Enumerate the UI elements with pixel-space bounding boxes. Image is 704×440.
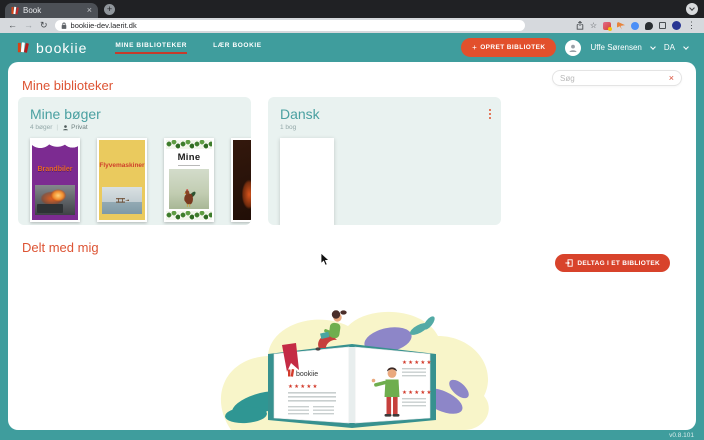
join-library-button[interactable]: DELTAG I ET BIBLIOTEK: [555, 254, 670, 272]
chevron-down-icon[interactable]: [683, 44, 689, 50]
extension-bird-icon[interactable]: [631, 22, 639, 30]
illustration-logo-text: bookiie: [296, 371, 318, 378]
main-nav: MINE BIBLIOTEKER LÆR BOOKIE: [115, 42, 261, 54]
nav-mine-biblioteker[interactable]: MINE BIBLIOTEKER: [115, 42, 187, 54]
book-count: 1 bog: [280, 124, 296, 131]
stars-icon: ★★★★★: [288, 383, 319, 390]
chevron-down-icon: [689, 5, 695, 11]
stars-icon: ★★★★★: [402, 359, 433, 366]
create-library-label: OPRET BIBLIOTEK: [480, 44, 545, 51]
card-title: Dansk: [280, 106, 489, 122]
favicon-book-icon: [11, 6, 19, 15]
search-clear-icon[interactable]: ×: [669, 74, 674, 83]
book-title: Flyvemaskiner: [99, 162, 145, 169]
extension-pointer-icon[interactable]: [617, 22, 625, 30]
reading-illustration: bookiie ★★★★★ ★★★★★ ★★★★★: [206, 296, 498, 430]
extensions-puzzle-icon[interactable]: [645, 22, 653, 30]
leaf-border: [166, 211, 212, 220]
logo-text: bookiie: [36, 40, 87, 56]
screen: Book × + ← → ↻ bookiie-dev.laerit.dk ☆ ⋮: [0, 0, 704, 440]
fire-photo: [35, 185, 75, 215]
back-icon[interactable]: ←: [8, 21, 17, 30]
lock-icon: [61, 22, 67, 30]
rooster-photo: [169, 169, 209, 209]
book-cover[interactable]: [280, 138, 334, 225]
version-label: v0.8.101: [669, 432, 694, 439]
extension-pen-icon[interactable]: [603, 22, 611, 30]
card-title: Mine bøger: [30, 106, 239, 122]
book-shelf: Brandbiler Flyvemaskiner: [30, 138, 239, 222]
language-selector[interactable]: DA: [664, 43, 675, 52]
header-right: + OPRET BIBLIOTEK Uffe Sørensen DA: [461, 38, 688, 57]
join-library-label: DELTAG I ET BIBLIOTEK: [577, 260, 660, 267]
browser-profile-avatar[interactable]: [672, 21, 681, 30]
bookmark-star-icon[interactable]: ☆: [590, 22, 597, 30]
book-cover[interactable]: Flyvemaskiner: [97, 138, 147, 222]
browser-tabstrip: Book × +: [0, 0, 704, 18]
share-icon[interactable]: [576, 21, 584, 30]
browser-toolbar: ← → ↻ bookiie-dev.laerit.dk ☆ ⋮: [0, 18, 704, 33]
tab-title: Book: [23, 6, 83, 15]
shared-title: Delt med mig: [22, 240, 99, 255]
logo-books-icon: [16, 40, 31, 55]
leaf-border: [166, 140, 212, 149]
url-text: bookiie-dev.laerit.dk: [71, 21, 137, 30]
browser-menu-icon[interactable]: ⋮: [687, 21, 696, 30]
new-tab-button[interactable]: +: [104, 4, 115, 15]
window-icon[interactable]: [659, 22, 666, 29]
search-box[interactable]: ×: [552, 70, 682, 86]
app-header: bookiie MINE BIBLIOTEKER LÆR BOOKIE + OP…: [0, 33, 704, 62]
book-cover[interactable]: Brandbiler: [30, 138, 80, 222]
tab-close-icon[interactable]: ×: [87, 6, 92, 15]
book-count: 4 bøger: [30, 124, 52, 131]
main-panel: × Mine biblioteker Mine bøger 4 bøger | …: [8, 62, 696, 430]
library-card-mine-boger[interactable]: Mine bøger 4 bøger | Privat Brandbiler: [18, 97, 251, 225]
person-icon: [568, 43, 578, 53]
book-cover[interactable]: Mine: [164, 138, 214, 222]
user-avatar[interactable]: [565, 40, 581, 56]
book-cover[interactable]: [231, 138, 251, 222]
toolbar-right-icons: ☆ ⋮: [576, 21, 696, 30]
card-meta: 4 bøger | Privat: [30, 124, 239, 131]
plus-icon: +: [472, 43, 477, 52]
mouse-cursor: [320, 252, 331, 267]
card-meta: 1 bog: [280, 124, 489, 131]
address-bar[interactable]: bookiie-dev.laerit.dk: [55, 20, 525, 31]
library-cards: Mine bøger 4 bøger | Privat Brandbiler: [18, 97, 501, 225]
tab-search-button[interactable]: [686, 3, 698, 15]
browser-tab[interactable]: Book ×: [5, 3, 98, 18]
enter-icon: [565, 259, 573, 267]
library-card-dansk[interactable]: Dansk 1 bog: [268, 97, 501, 225]
biplane-icon: [114, 197, 130, 205]
rooster-icon: [180, 185, 198, 209]
app-logo[interactable]: bookiie: [16, 40, 87, 56]
visibility-label: Privat: [71, 124, 88, 131]
person-icon: [62, 124, 69, 131]
forward-icon[interactable]: →: [24, 21, 33, 30]
plane-photo: [102, 187, 142, 214]
stars-icon: ★★★★★: [402, 389, 433, 396]
chevron-down-icon[interactable]: [650, 44, 656, 50]
search-input[interactable]: [560, 74, 669, 83]
reload-icon[interactable]: ↻: [40, 21, 48, 30]
create-library-button[interactable]: + OPRET BIBLIOTEK: [461, 38, 556, 57]
subtitle-line: [178, 165, 200, 166]
book-title: Mine: [166, 152, 212, 163]
my-libraries-title: Mine biblioteker: [22, 78, 113, 93]
book-title: Brandbiler: [32, 166, 78, 173]
nav-laer-bookie[interactable]: LÆR BOOKIE: [213, 42, 262, 54]
user-name: Uffe Sørensen: [590, 43, 641, 52]
